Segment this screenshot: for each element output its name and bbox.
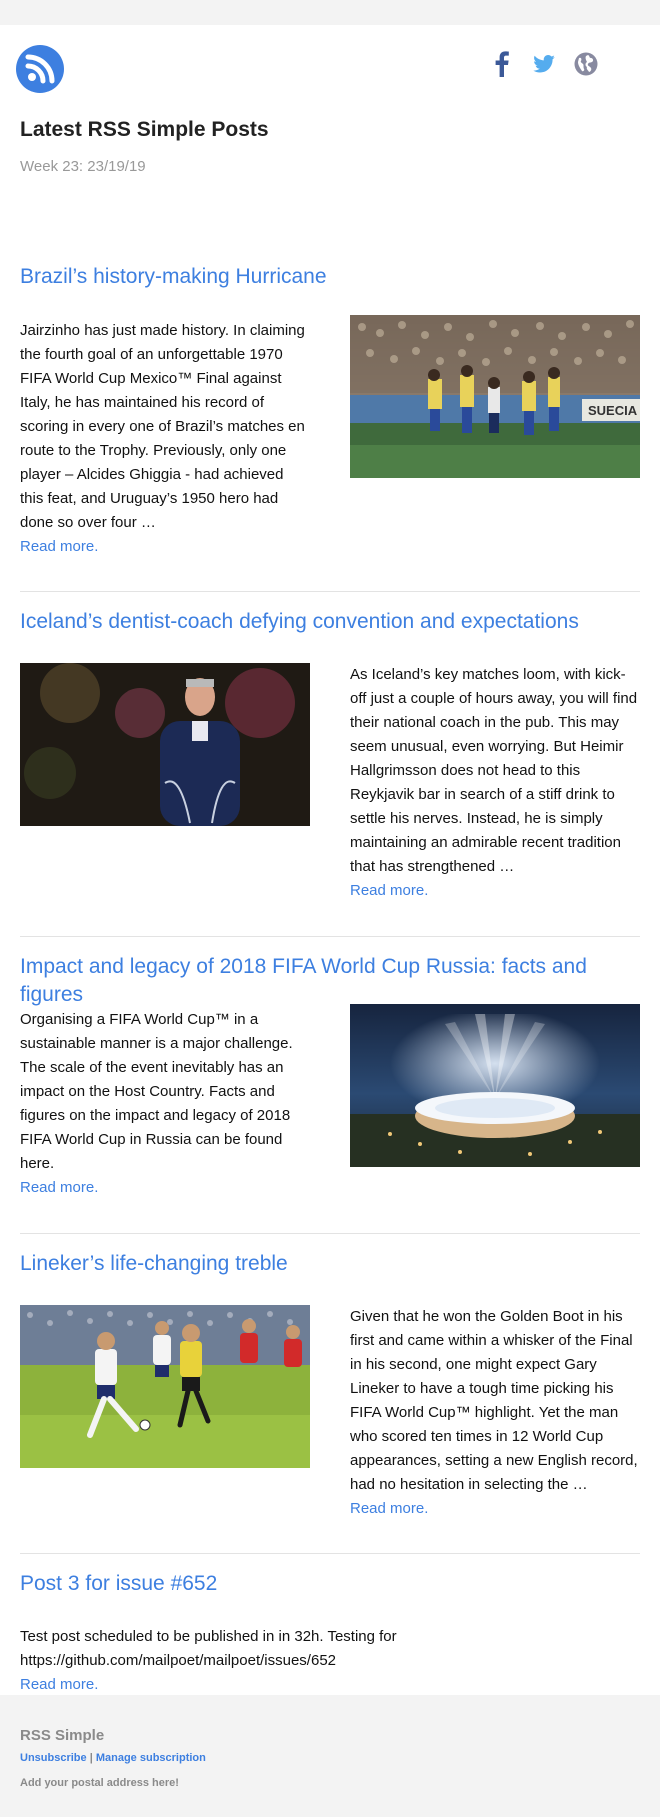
facebook-link[interactable] [490,51,514,77]
newsletter-title: Latest RSS Simple Posts [20,118,269,141]
post-card: Post 3 for issue #652 Test post schedule… [20,1554,640,1715]
read-more-link[interactable]: Read more. [20,1176,310,1200]
top-band [0,0,660,25]
read-more-link[interactable]: Read more. [350,1497,640,1521]
post-excerpt-block: Organising a FIFA World Cup™ in a sustai… [20,1008,310,1200]
twitter-link[interactable] [532,52,556,76]
post-excerpt: Organising a FIFA World Cup™ in a sustai… [20,1011,293,1172]
post-title-link[interactable]: Brazil’s history-making Hurricane [20,263,327,291]
read-more-link[interactable]: Read more. [350,879,640,903]
footer-link-separator: | [89,1752,93,1764]
post-card: Iceland’s dentist-coach defying conventi… [20,592,640,937]
post-title-link[interactable]: Post 3 for issue #652 [20,1570,217,1598]
read-more-link[interactable]: Read more. [20,535,310,559]
stadium-sign-text: SUECIA [588,403,638,418]
header: Latest RSS Simple Posts Week 23: 23/19/1… [0,25,660,235]
footer-address: Add your postal address here! [20,1777,179,1789]
post-excerpt: As Iceland’s key matches loom, with kick… [350,666,638,875]
post-image-football-match[interactable]: SUECIA [350,315,640,478]
post-excerpt: Jairzinho has just made history. In clai… [20,322,305,531]
rss-logo[interactable] [16,45,64,93]
post-card: Lineker’s life-changing treble Given tha… [20,1234,640,1554]
post-excerpt-block: Test post scheduled to be published in i… [20,1625,640,1697]
rss-icon [25,54,55,84]
social-links [490,51,598,77]
twitter-icon [533,55,555,73]
post-excerpt-block: Given that he won the Golden Boot in his… [350,1305,640,1521]
newsletter-week: Week 23: 23/19/19 [20,158,146,175]
post-image-football-players[interactable] [20,1305,310,1468]
footer-links: Unsubscribe | Manage subscription [20,1752,640,1764]
read-more-link[interactable]: Read more. [20,1673,640,1697]
post-excerpt-block: Jairzinho has just made history. In clai… [20,319,310,559]
post-title-link[interactable]: Iceland’s dentist-coach defying conventi… [20,608,579,636]
post-card: Impact and legacy of 2018 FIFA World Cup… [20,937,640,1234]
footer-title: RSS Simple [20,1727,105,1744]
email-container: Latest RSS Simple Posts Week 23: 23/19/1… [0,25,660,1695]
post-title-link[interactable]: Lineker’s life-changing treble [20,1250,288,1278]
post-image-coach[interactable] [20,663,310,826]
post-excerpt-block: As Iceland’s key matches loom, with kick… [350,663,640,903]
post-excerpt: Given that he won the Golden Boot in his… [350,1308,638,1493]
website-link[interactable] [574,52,598,76]
post-excerpt: Test post scheduled to be published in i… [20,1628,397,1669]
post-title-link[interactable]: Impact and legacy of 2018 FIFA World Cup… [20,953,640,1009]
globe-icon [574,52,598,76]
facebook-icon [495,51,509,77]
post-card: Brazil’s history-making Hurricane Jairzi… [20,235,640,592]
manage-subscription-link[interactable]: Manage subscription [96,1752,206,1764]
post-image-stadium[interactable] [350,1004,640,1167]
unsubscribe-link[interactable]: Unsubscribe [20,1752,87,1764]
